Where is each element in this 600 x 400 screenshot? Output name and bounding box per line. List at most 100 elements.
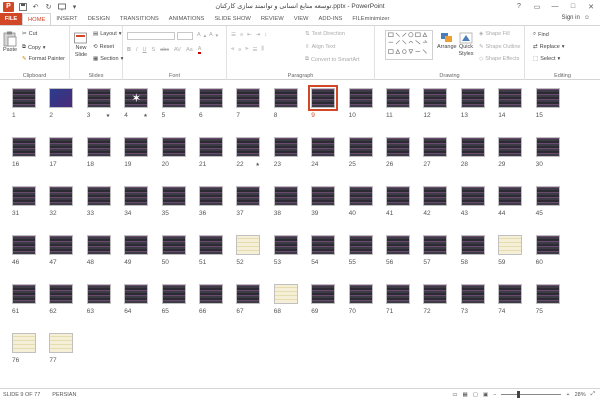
zoom-level[interactable]: 28% (575, 392, 586, 398)
slide-thumbnail[interactable] (161, 235, 186, 255)
zoom-in-button[interactable]: + (566, 392, 569, 398)
slide-thumbnail[interactable] (311, 235, 336, 255)
replace-button[interactable]: ⇄ Replace ▾ (533, 44, 565, 50)
slide-thumbnail[interactable] (386, 137, 410, 157)
slide-sorter-view-icon[interactable]: ▦ (463, 392, 468, 398)
maximize-button[interactable]: □ (564, 0, 582, 13)
paste-button[interactable]: Paste (3, 31, 17, 53)
slide-thumbnail[interactable] (12, 235, 36, 255)
slide-thumbnail[interactable] (423, 186, 448, 206)
find-button[interactable]: ⌕ Find (533, 31, 549, 38)
select-button[interactable]: ⬚ Select ▾ (533, 56, 560, 62)
copy-button[interactable]: ⧉ Copy ▾ (22, 44, 46, 51)
slide-thumbnail[interactable] (460, 235, 485, 255)
slide-thumbnail[interactable] (236, 186, 261, 206)
start-slideshow-icon[interactable] (57, 2, 66, 11)
slide-thumbnail[interactable] (199, 137, 223, 157)
tab-add-ins[interactable]: ADD-INS (314, 13, 348, 25)
align-right-icon[interactable]: ⫸ (245, 46, 248, 53)
slide-thumbnail[interactable] (311, 186, 336, 206)
reading-view-icon[interactable]: ▢ (473, 392, 478, 398)
slide-thumbnail[interactable] (348, 186, 373, 206)
slide-thumbnail[interactable] (236, 137, 261, 157)
font-name-combo[interactable] (127, 32, 175, 40)
fit-to-window-icon[interactable]: ⤢ (591, 391, 595, 398)
numbering-icon[interactable]: ≡ (240, 32, 243, 38)
slide-thumbnail[interactable] (49, 333, 74, 353)
slide-thumbnail[interactable] (124, 186, 149, 206)
slide-thumbnail[interactable] (236, 235, 261, 255)
tab-home[interactable]: HOME (22, 13, 52, 25)
slide-thumbnail[interactable] (535, 137, 560, 157)
text-direction-button[interactable]: ⇅ Text Direction (305, 31, 345, 37)
normal-view-icon[interactable]: ▭ (452, 392, 457, 398)
slide-show-view-icon[interactable]: ▣ (483, 392, 488, 398)
slide-thumbnail[interactable] (498, 88, 523, 108)
shapes-gallery[interactable] (385, 30, 433, 60)
slide-thumbnail[interactable] (348, 284, 373, 304)
tab-fileminimizer[interactable]: FILEminimizer (347, 13, 394, 25)
slide-thumbnail[interactable] (199, 235, 223, 255)
slide-thumbnail[interactable] (124, 137, 149, 157)
arrange-button[interactable]: Arrange (437, 32, 457, 50)
font-color-icon[interactable]: A (197, 46, 202, 54)
slide-thumbnail[interactable] (161, 137, 186, 157)
slide-thumbnail[interactable] (423, 88, 448, 108)
tab-review[interactable]: REVIEW (256, 13, 289, 25)
slide-thumbnail[interactable] (535, 186, 560, 206)
slide-thumbnail[interactable] (460, 284, 485, 304)
slide-thumbnail[interactable] (49, 88, 74, 108)
slide-thumbnail[interactable] (423, 284, 448, 304)
slide-thumbnail[interactable] (273, 284, 298, 304)
slide-thumbnail[interactable] (161, 186, 186, 206)
align-left-icon[interactable]: ⫷ (231, 46, 234, 53)
font-size-combo[interactable] (177, 32, 193, 40)
slide-thumbnail[interactable] (49, 235, 74, 255)
shape-fill-button[interactable]: ◈ Shape Fill (479, 31, 510, 37)
slide-thumbnail[interactable] (124, 284, 149, 304)
slide-thumbnail[interactable] (311, 137, 336, 157)
slide-thumbnail[interactable] (12, 137, 36, 157)
slide-thumbnail[interactable] (86, 186, 111, 206)
slide-thumbnail[interactable] (498, 186, 523, 206)
cut-button[interactable]: ✂ Cut (22, 31, 37, 37)
slide-thumbnail[interactable] (49, 186, 74, 206)
zoom-slider-thumb[interactable] (517, 391, 521, 398)
tab-file[interactable]: FILE (0, 13, 22, 25)
tab-design[interactable]: DESIGN (83, 13, 115, 25)
slide-thumbnail[interactable] (348, 235, 373, 255)
character-spacing-icon[interactable]: AV (174, 47, 181, 53)
slide-thumbnail[interactable] (498, 137, 523, 157)
slide-thumbnail[interactable] (348, 137, 373, 157)
slide-thumbnail[interactable] (236, 88, 261, 108)
slide-thumbnail[interactable] (535, 235, 560, 255)
slide-thumbnail[interactable] (12, 186, 36, 206)
slide-thumbnail[interactable] (311, 284, 336, 304)
slide-thumbnail[interactable] (86, 137, 111, 157)
slide-thumbnail[interactable] (273, 235, 298, 255)
smiley-feedback-icon[interactable]: ☺ (584, 15, 590, 21)
zoom-out-button[interactable]: − (493, 392, 496, 398)
close-button[interactable]: ✕ (582, 0, 600, 13)
format-painter-button[interactable]: ✎ Format Painter (22, 56, 65, 62)
slide-thumbnail[interactable] (161, 88, 186, 108)
change-case-icon[interactable]: Aa (186, 47, 193, 53)
slide-thumbnail[interactable] (199, 186, 223, 206)
underline-icon[interactable]: U (143, 47, 147, 53)
tab-transitions[interactable]: TRANSITIONS (115, 13, 164, 25)
undo-icon[interactable]: ↶ (31, 2, 40, 11)
shape-outline-button[interactable]: ✎ Shape Outline (479, 44, 520, 50)
minimize-button[interactable]: — (546, 0, 564, 13)
zoom-slider[interactable] (501, 391, 562, 398)
slide-thumbnail[interactable] (86, 88, 111, 108)
decrease-indent-icon[interactable]: ⇤ (247, 32, 252, 38)
bullets-icon[interactable]: ☰ (231, 32, 236, 38)
slide-thumbnail[interactable] (12, 284, 36, 304)
slide-thumbnail[interactable] (386, 186, 410, 206)
increase-indent-icon[interactable]: ⇥ (256, 32, 261, 38)
grow-font-button[interactable]: A ▲ (197, 32, 207, 38)
slide-thumbnail[interactable] (12, 333, 36, 353)
justify-icon[interactable]: ☰ (252, 47, 257, 53)
sign-in-link[interactable]: Sign in (562, 15, 580, 21)
slide-thumbnail[interactable] (423, 137, 448, 157)
